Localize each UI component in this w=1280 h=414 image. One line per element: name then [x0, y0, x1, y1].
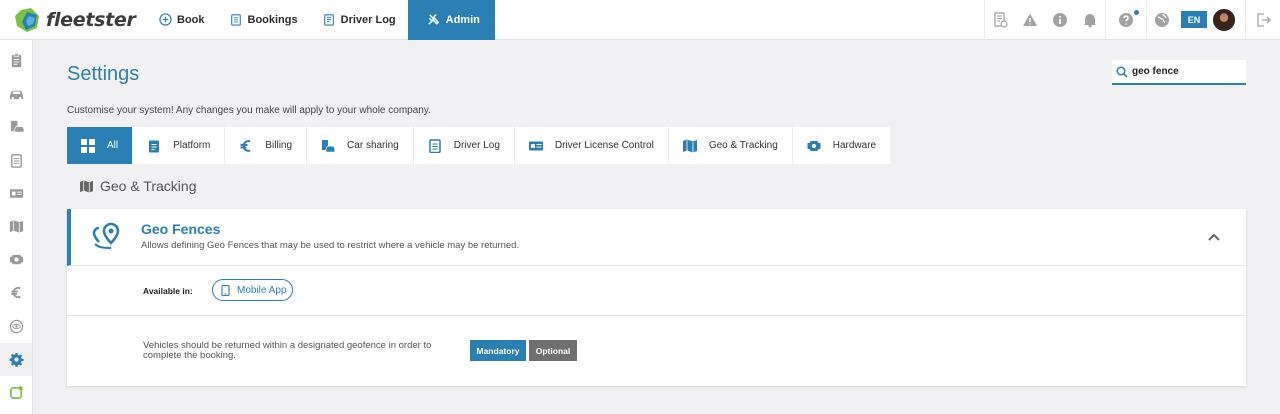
sidebar-item-app[interactable]: [0, 376, 32, 409]
license-icon: [528, 139, 543, 153]
plus-circle-icon: [158, 13, 172, 27]
mobile-app-badge[interactable]: Mobile App: [212, 279, 293, 301]
sidebar-item-platform[interactable]: [0, 44, 32, 77]
tab-car-sharing[interactable]: Car sharing: [307, 127, 414, 164]
notification-dot: [1134, 9, 1139, 15]
tab-driver-log[interactable]: Driver Log: [414, 127, 515, 164]
nav-book-label: Book: [177, 13, 205, 26]
geo-fences-card: Geo Fences Allows defining Geo Fences th…: [67, 209, 1246, 386]
globe-icon[interactable]: [1147, 0, 1177, 40]
tab-platform-label: Platform: [173, 140, 211, 151]
search-box[interactable]: [1112, 60, 1246, 85]
sidebar-item-driver-log[interactable]: [0, 144, 32, 177]
grid-icon: [81, 138, 95, 153]
car-sharing-icon: [321, 139, 336, 153]
top-right-tools: EN: [984, 0, 1280, 40]
logout-icon[interactable]: [1246, 0, 1280, 40]
tab-billing[interactable]: Billing: [225, 127, 308, 164]
log-icon: [10, 153, 22, 168]
sidebar-item-settings[interactable]: [0, 342, 32, 376]
euro-icon: [239, 139, 253, 153]
tab-car-sharing-label: Car sharing: [347, 140, 399, 151]
page-subtitle: Customise your system! Any changes you m…: [67, 105, 431, 116]
search-input[interactable]: [1132, 66, 1242, 77]
rule-description: Vehicles should be returned within a des…: [143, 340, 432, 361]
card-description: Allows defining Geo Fences that may be u…: [141, 240, 520, 251]
tools-icon: [427, 13, 441, 27]
hardware-icon: [807, 139, 821, 153]
nav-driver-log[interactable]: Driver Log: [310, 0, 408, 40]
chevron-up-icon[interactable]: [1206, 229, 1222, 245]
map-icon: [9, 220, 23, 234]
tab-hardware[interactable]: Hardware: [793, 127, 890, 164]
tab-all-label: All: [107, 140, 119, 151]
mobile-app-label: Mobile App: [237, 284, 287, 296]
eye-icon: [9, 319, 23, 333]
mandatory-button[interactable]: Mandatory: [470, 340, 526, 361]
tab-geo-tracking[interactable]: Geo & Tracking: [669, 127, 793, 164]
tab-driver-log-label: Driver Log: [453, 140, 500, 151]
optional-button[interactable]: Optional: [529, 340, 577, 361]
tab-hardware-label: Hardware: [832, 140, 877, 151]
log-icon: [322, 13, 336, 27]
card-title: Geo Fences: [141, 221, 221, 237]
nav-bookings[interactable]: Bookings: [217, 0, 310, 40]
category-tabs: All Platform Billing Car sharing Driver …: [67, 127, 891, 164]
avatar[interactable]: [1213, 8, 1235, 31]
section-heading: Geo & Tracking: [80, 178, 197, 194]
nav-driver-log-label: Driver Log: [340, 13, 396, 26]
car-sharing-icon: [10, 121, 24, 133]
warning-icon[interactable]: [1015, 0, 1045, 40]
fleetster-logo-icon: [15, 7, 39, 32]
page-title: Settings: [67, 63, 140, 85]
info-icon[interactable]: [1045, 0, 1075, 40]
availability-row: Available in: Mobile App: [67, 266, 1246, 316]
nav-bookings-label: Bookings: [247, 13, 298, 26]
map-icon: [682, 139, 697, 153]
euro-icon: [10, 287, 21, 299]
card-header[interactable]: Geo Fences Allows defining Geo Fences th…: [67, 209, 1246, 266]
gear-icon: [8, 352, 24, 367]
sidebar-item-billing[interactable]: [0, 276, 32, 309]
nav-book[interactable]: Book: [146, 0, 217, 40]
nav-admin-label: Admin: [445, 13, 480, 26]
language-button[interactable]: EN: [1181, 11, 1207, 28]
bell-icon[interactable]: [1075, 0, 1105, 40]
sidebar: [0, 40, 33, 414]
app-icon: [9, 386, 23, 399]
available-in-label: Available in:: [143, 286, 193, 296]
cars-icon: [9, 90, 23, 100]
logo[interactable]: fleetster: [0, 0, 146, 40]
reports-icon[interactable]: [985, 0, 1015, 40]
logo-text: fleetster: [46, 8, 136, 31]
phone-icon: [221, 284, 230, 296]
license-icon: [9, 189, 23, 198]
help-icon[interactable]: [1106, 0, 1146, 40]
tab-platform[interactable]: Platform: [133, 127, 226, 164]
clipboard-icon: [229, 13, 243, 27]
tab-driver-license-control[interactable]: Driver License Control: [515, 127, 669, 164]
section-title: Geo & Tracking: [100, 178, 197, 194]
tab-geo-tracking-label: Geo & Tracking: [708, 140, 778, 151]
sidebar-item-license[interactable]: [0, 177, 32, 210]
top-bar: fleetster Book Bookings Driver Log Admin: [0, 0, 1280, 40]
clipboard-icon: [11, 53, 21, 68]
sidebar-item-car-sharing[interactable]: [0, 110, 32, 143]
tab-all[interactable]: All: [67, 127, 134, 164]
sidebar-item-tracking[interactable]: [0, 310, 32, 343]
sidebar-item-hardware[interactable]: [0, 243, 32, 276]
sidebar-item-cars[interactable]: [0, 77, 32, 110]
search-icon: [1116, 65, 1128, 78]
tab-driver-license-control-label: Driver License Control: [554, 140, 654, 151]
return-rule-row: Vehicles should be returned within a des…: [67, 316, 1246, 385]
geofence-pins-icon: [92, 222, 120, 249]
sidebar-item-geo[interactable]: [0, 210, 32, 243]
clipboard-icon: [147, 139, 161, 153]
nav-admin[interactable]: Admin: [407, 0, 495, 40]
tab-billing-label: Billing: [265, 140, 293, 151]
map-icon: [80, 179, 93, 193]
hardware-icon: [9, 255, 23, 265]
log-icon: [428, 138, 442, 153]
